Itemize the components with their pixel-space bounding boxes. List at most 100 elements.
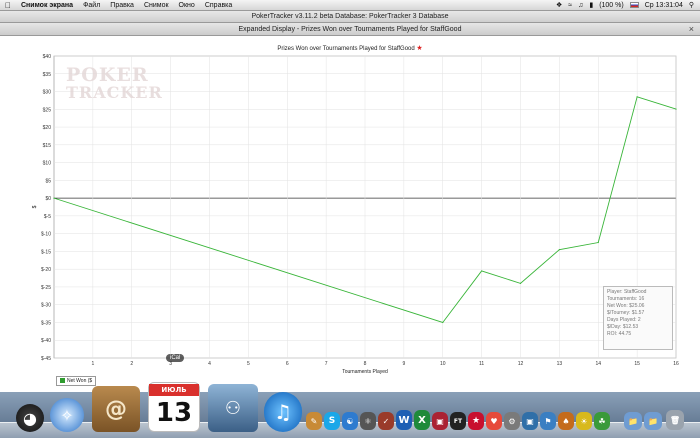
itunes-icon[interactable]: ♫ <box>264 392 302 432</box>
app-icon-6[interactable]: ♥ <box>486 412 502 430</box>
x-tick-label: 10 <box>440 361 446 367</box>
app-icon-7[interactable]: ⚙ <box>504 412 520 430</box>
y-tick-label: $-35 <box>41 320 51 326</box>
x-tick-label: 13 <box>557 361 563 367</box>
menu-capture[interactable]: Снимок <box>139 0 174 11</box>
ical-tooltip: iCal <box>166 354 185 362</box>
word-icon[interactable]: W <box>396 410 412 430</box>
folder-icon-1[interactable]: 📁 <box>624 412 642 430</box>
menu-window[interactable]: Окно <box>174 0 200 11</box>
app-icon-10[interactable]: ♠ <box>558 412 574 430</box>
data-point <box>442 321 444 324</box>
battery-percent: (100 %) <box>599 1 624 9</box>
stat-net-won: Net Won: $25.06 <box>607 303 645 309</box>
iphoto-icon[interactable]: ⚇ <box>208 384 258 432</box>
stat-player: Player: StaffGood <box>607 289 647 295</box>
data-point <box>597 241 599 244</box>
data-point <box>53 197 55 199</box>
pokertracker-logo: POKER TRACKER <box>66 66 163 102</box>
address-book-icon[interactable]: @ <box>92 386 140 432</box>
chart-area: Prizes Won over Tournaments Played for S… <box>0 36 700 392</box>
x-tick-label: 2 <box>130 361 133 367</box>
legend-label: Net Won ($ <box>67 378 93 384</box>
x-tick-label: 5 <box>247 361 250 367</box>
app-icon-1[interactable]: ✎ <box>306 412 322 430</box>
dashboard-icon[interactable]: ◕ <box>16 404 44 432</box>
stat-tournaments: Tournaments: 16 <box>607 296 645 302</box>
close-icon[interactable]: × <box>689 23 694 36</box>
stat-per-tourney: $/Tourney: $1.57 <box>607 310 645 316</box>
menu-file[interactable]: Файл <box>78 0 105 11</box>
ical-icon[interactable]: ИЮЛЬ 13 <box>148 382 200 432</box>
skype-icon[interactable]: S <box>324 412 340 430</box>
data-point <box>558 249 560 251</box>
menubar-clock[interactable]: Ср 13:31:04 <box>645 0 683 11</box>
data-point <box>675 108 677 110</box>
x-tick-label: 16 <box>673 361 679 367</box>
pokerstars-icon[interactable]: ★ <box>468 412 484 430</box>
chart-title: Prizes Won over Tournaments Played for S… <box>0 44 700 52</box>
app-icon-12[interactable]: ☘ <box>594 412 610 430</box>
dock: ◕ ✧ @ ИЮЛЬ 13 ⚇ ♫ ✎ S ☯ ⚛ ✓ W X ▣ FT ★ ♥… <box>0 382 700 438</box>
menu-help[interactable]: Справка <box>200 0 237 11</box>
stats-box: Player: StaffGood Tournaments: 16 Net Wo… <box>603 286 673 350</box>
main-window-titlebar: PokerTracker v3.11.2 beta Database: Poke… <box>0 11 700 23</box>
y-tick-label: $-30 <box>41 303 51 309</box>
app-icon-8[interactable]: ▣ <box>522 412 538 430</box>
app-icon-9[interactable]: ⚑ <box>540 412 556 430</box>
x-tick-label: 14 <box>595 361 601 367</box>
logo-line1: POKER <box>66 64 149 86</box>
y-tick-label: $-20 <box>41 267 51 273</box>
input-language-flag-icon[interactable] <box>629 2 639 8</box>
y-tick-label: $-15 <box>41 249 51 255</box>
y-tick-label: $-10 <box>41 232 51 238</box>
data-point <box>636 96 638 98</box>
chart-title-text: Prizes Won over Tournaments Played for S… <box>277 46 415 52</box>
y-axis-label: $ <box>32 205 38 208</box>
y-tick-label: $10 <box>43 161 52 167</box>
y-tick-label: $35 <box>43 72 52 78</box>
x-tick-label: 6 <box>286 361 289 367</box>
safari-icon[interactable]: ✧ <box>50 398 84 432</box>
y-tick-label: $-45 <box>41 356 51 362</box>
app-icon-4[interactable]: ✓ <box>378 412 394 430</box>
y-tick-label: $0 <box>45 196 51 202</box>
y-tick-label: $-40 <box>41 338 51 344</box>
app-icon-3[interactable]: ⚛ <box>360 412 376 430</box>
full-tilt-icon[interactable]: FT <box>450 412 466 430</box>
x-tick-label: 15 <box>634 361 640 367</box>
app-icon-2[interactable]: ☯ <box>342 412 358 430</box>
spotlight-icon[interactable]: ⚲ <box>689 0 694 11</box>
menu-bar:  Снимок экрана Файл Правка Снимок Окно … <box>0 0 700 11</box>
menu-edit[interactable]: Правка <box>105 0 139 11</box>
x-tick-label: 11 <box>479 361 484 367</box>
x-tick-label: 1 <box>91 361 94 367</box>
app-icon-11[interactable]: ☀ <box>576 412 592 430</box>
logo-line2: TRACKER <box>66 83 163 102</box>
menu-app[interactable]: Снимок экрана <box>16 0 78 11</box>
x-tick-label: 9 <box>402 361 405 367</box>
y-tick-label: $5 <box>45 178 51 184</box>
bluetooth-icon[interactable]: ❖ <box>556 0 562 11</box>
ical-month: ИЮЛЬ <box>149 384 199 396</box>
y-tick-label: $-5 <box>44 214 51 220</box>
battery-icon[interactable]: ▮ <box>589 0 593 11</box>
x-tick-label: 8 <box>364 361 367 367</box>
volume-icon[interactable]: ♫ <box>578 0 583 11</box>
chart-legend: Net Won ($ <box>56 376 96 386</box>
trash-icon[interactable]: 🗑 <box>666 410 684 430</box>
stat-per-day: $/Day: $12.53 <box>607 324 639 330</box>
x-axis-label: Tournaments Played <box>342 369 388 375</box>
wifi-icon[interactable]: ≈ <box>568 0 572 11</box>
x-tick-label: 7 <box>325 361 328 367</box>
apple-menu-icon[interactable]:  <box>0 0 16 11</box>
folder-icon-2[interactable]: 📁 <box>644 412 662 430</box>
stat-days-played: Days Played: 2 <box>607 317 641 323</box>
excel-icon[interactable]: X <box>414 410 430 430</box>
main-window-title: PokerTracker v3.11.2 beta Database: Poke… <box>251 13 449 20</box>
data-point <box>519 282 522 284</box>
y-tick-label: $40 <box>43 54 52 60</box>
app-icon-5[interactable]: ▣ <box>432 412 448 430</box>
data-point <box>481 270 483 272</box>
ical-day: 13 <box>155 398 193 428</box>
